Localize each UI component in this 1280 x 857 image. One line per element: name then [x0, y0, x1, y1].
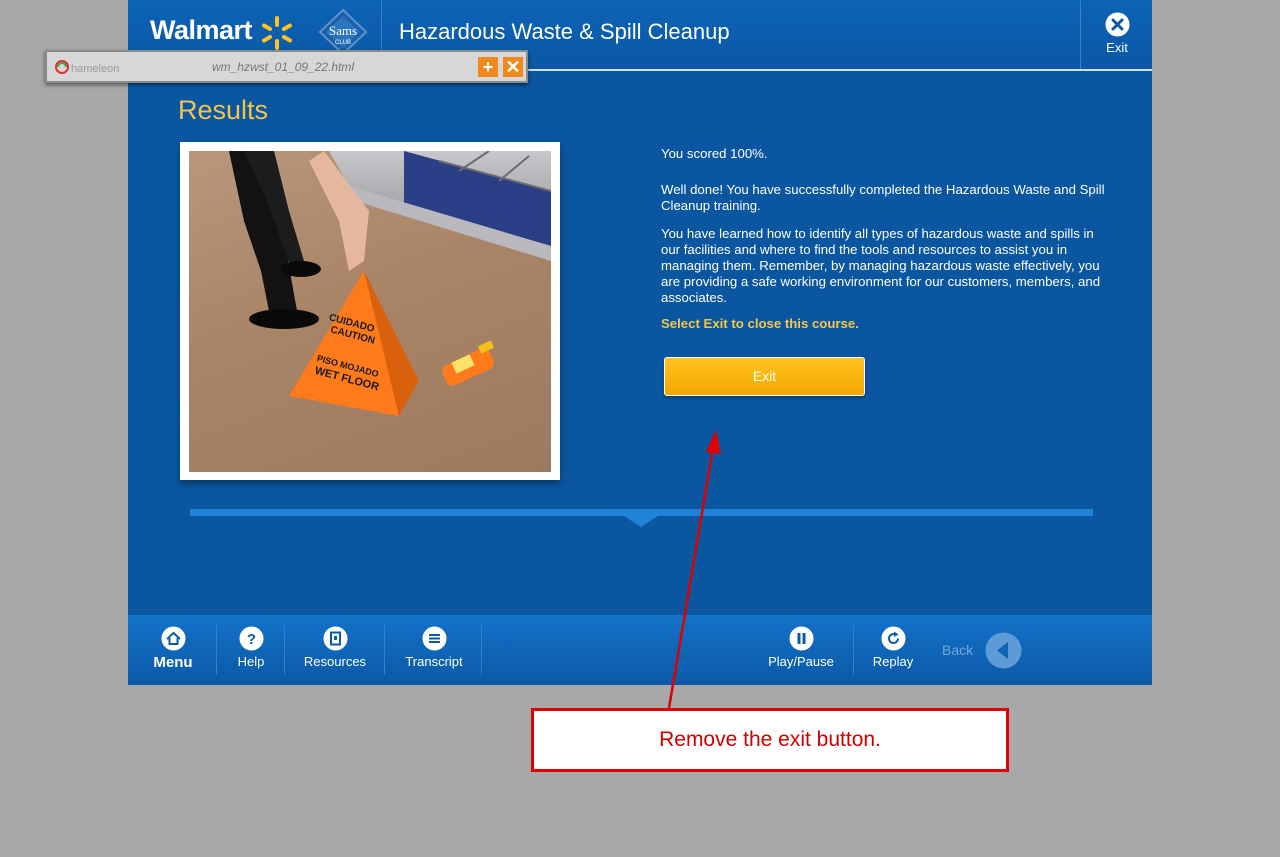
- results-title: Results: [178, 95, 269, 125]
- sams-club-logo: Sams CLUB: [318, 8, 368, 56]
- replay-label: Replay: [872, 654, 914, 669]
- annotation-callout: Remove the exit button.: [531, 708, 1009, 772]
- progress-bar: [190, 509, 1093, 516]
- score-text: You scored 100%.: [661, 146, 768, 161]
- list-icon: [422, 626, 446, 651]
- summary-paragraph: You have learned how to identify all typ…: [661, 226, 1101, 305]
- footer-separator: [481, 625, 482, 675]
- resources-label: Resources: [303, 654, 367, 669]
- play-pause-label: Play/Pause: [768, 654, 834, 669]
- replay-icon: [881, 626, 905, 651]
- close-icon[interactable]: ✕: [503, 57, 523, 77]
- completion-paragraph: Well done! You have successfully complet…: [661, 182, 1105, 213]
- footer-separator: [216, 625, 217, 675]
- chameleon-filename: wm_hzwst_01_09_22.html: [212, 60, 355, 74]
- back-arrow-icon[interactable]: [985, 632, 1022, 669]
- footer-separator: [853, 625, 854, 675]
- exit-course-button[interactable]: Exit: [664, 357, 865, 396]
- chameleon-logo-text: hameleon: [71, 63, 120, 75]
- svg-text:?: ?: [246, 631, 255, 648]
- svg-text:CLUB: CLUB: [335, 40, 351, 46]
- home-icon: [161, 626, 185, 651]
- header-exit-label: Exit: [1106, 40, 1128, 55]
- menu-label: Menu: [153, 654, 193, 671]
- footer-separator: [384, 625, 385, 675]
- help-button[interactable]: ? Help: [228, 615, 274, 685]
- pause-icon: [789, 626, 813, 651]
- course-title: Hazardous Waste & Spill Cleanup: [399, 19, 730, 44]
- back-label: Back: [942, 642, 974, 658]
- help-label: Help: [237, 654, 265, 669]
- play-pause-button[interactable]: Play/Pause: [765, 615, 837, 685]
- wet-floor-illustration: CUIDADO CAUTION PISO MOJADO WET FLOOR: [189, 151, 551, 416]
- photo-frame: CUIDADO CAUTION PISO MOJADO WET FLOOR: [180, 142, 560, 480]
- svg-text:Sams: Sams: [329, 23, 357, 38]
- replay-button[interactable]: Replay: [869, 615, 917, 685]
- course-player: Walmart Sams CLUB Hazardous Waste & Spil…: [128, 0, 1152, 685]
- resources-button[interactable]: Resources: [300, 615, 370, 685]
- footer-separator: [284, 625, 285, 675]
- menu-button[interactable]: Menu: [146, 615, 200, 685]
- progress-marker: [624, 516, 658, 527]
- transcript-label: Transcript: [405, 654, 463, 669]
- footer-toolbar: Menu ? Help Resources Transcript Play/Pa…: [128, 615, 1152, 685]
- plus-icon[interactable]: +: [478, 57, 498, 77]
- transcript-button[interactable]: Transcript: [400, 615, 468, 685]
- question-icon: ?: [239, 626, 263, 651]
- exit-instruction: Select Exit to close this course.: [661, 316, 859, 331]
- header-exit-button[interactable]: Exit: [1080, 0, 1153, 69]
- chameleon-toolbar[interactable]: hameleon wm_hzwst_01_09_22.html + ✕: [45, 50, 528, 83]
- close-circle-icon: [1105, 12, 1129, 37]
- walmart-spark-icon: [262, 16, 292, 50]
- document-icon: [323, 626, 347, 651]
- results-text: You scored 100%. Well done! You have suc…: [661, 146, 1111, 344]
- walmart-logo-text: Walmart: [150, 15, 253, 45]
- wet-floor-photo: CUIDADO CAUTION PISO MOJADO WET FLOOR: [189, 151, 551, 472]
